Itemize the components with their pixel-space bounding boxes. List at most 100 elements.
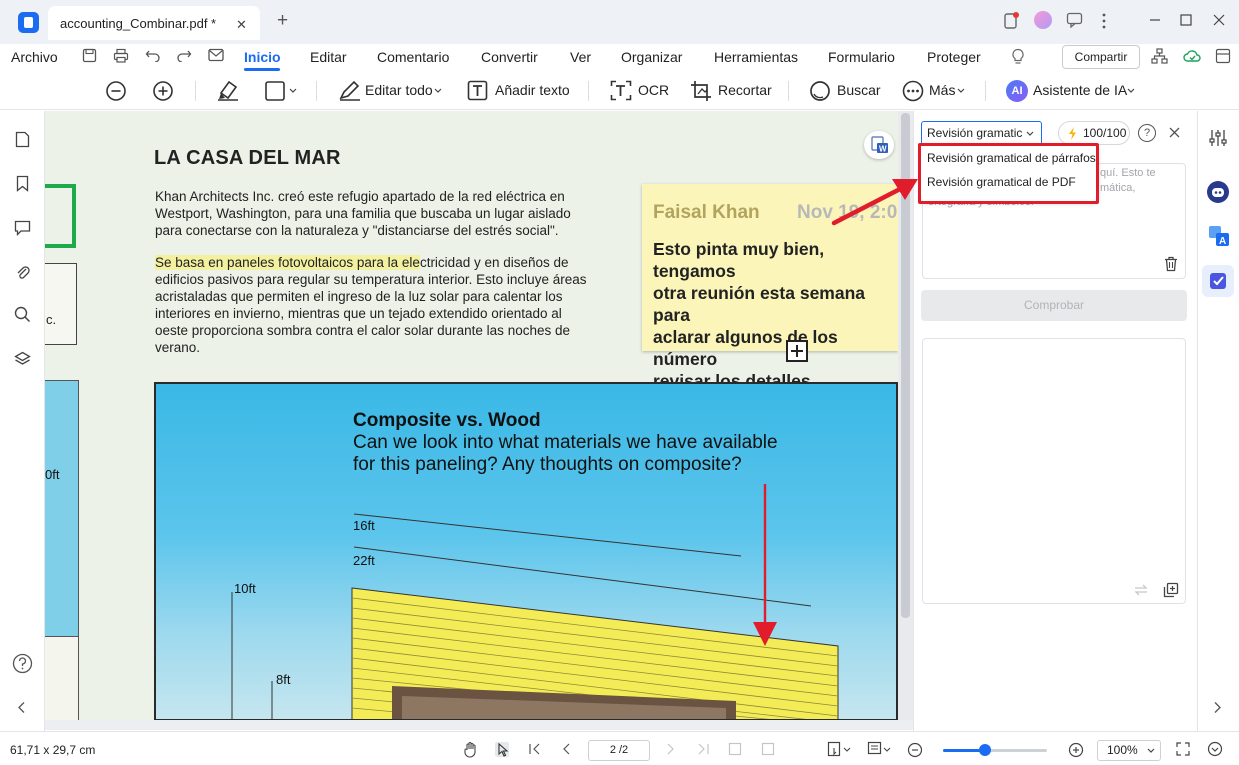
layout-mode-icon[interactable]	[867, 741, 893, 757]
chevron-down-icon[interactable]	[1147, 748, 1155, 754]
workflow-icon[interactable]	[1151, 48, 1168, 64]
help-question-icon[interactable]: ?	[1138, 124, 1156, 142]
more-options-icon[interactable]	[1101, 13, 1107, 29]
redo-icon[interactable]	[176, 48, 192, 62]
copy-add-icon[interactable]	[1163, 582, 1179, 598]
replace-icon[interactable]	[1133, 583, 1149, 597]
cloud-sync-icon[interactable]	[1183, 48, 1201, 64]
new-tab-button[interactable]: +	[277, 10, 288, 32]
next-page-icon[interactable]	[666, 743, 676, 755]
rotate-page-icon[interactable]	[728, 742, 742, 756]
last-page-icon[interactable]	[696, 743, 710, 755]
trash-icon[interactable]	[1163, 256, 1179, 272]
ribbon-toolbar: Editar todo Añadir texto OCR Recortar Bu…	[0, 72, 1239, 110]
search-button[interactable]: Buscar	[837, 82, 881, 98]
first-page-icon[interactable]	[528, 743, 542, 755]
fullscreen-icon[interactable]	[1176, 742, 1190, 756]
document-viewport[interactable]: c. 0ft LA CASA DEL MAR Khan Architects I…	[45, 111, 913, 721]
chevron-down-icon[interactable]	[289, 88, 297, 94]
zoom-out-status-icon[interactable]	[907, 742, 923, 758]
fit-page-icon[interactable]	[761, 742, 775, 756]
zoom-in-icon[interactable]	[152, 80, 174, 102]
menu-inicio[interactable]: Inicio	[244, 49, 281, 65]
select-tool-icon[interactable]	[494, 741, 510, 758]
crop-icon[interactable]	[690, 80, 712, 102]
lightbulb-icon[interactable]	[1011, 48, 1025, 65]
menu-comentario[interactable]: Comentario	[377, 49, 449, 65]
ai-assistant-button[interactable]: Asistente de IA	[1033, 82, 1127, 98]
search-sidebar-icon[interactable]	[14, 306, 31, 323]
menu-editar[interactable]: Editar	[310, 49, 347, 65]
crop-button[interactable]: Recortar	[718, 82, 772, 98]
settings-sliders-icon[interactable]	[1209, 129, 1227, 147]
menu-convertir[interactable]: Convertir	[481, 49, 538, 65]
ai-assistant-icon[interactable]: AI	[1006, 80, 1028, 102]
expand-note-icon[interactable]	[786, 340, 808, 362]
tab-close-icon[interactable]: ✕	[236, 17, 247, 33]
menu-herramientas[interactable]: Herramientas	[714, 49, 798, 65]
zoom-out-icon[interactable]	[105, 80, 127, 102]
print-icon[interactable]	[113, 48, 129, 63]
help-icon[interactable]	[12, 653, 33, 674]
expand-right-icon[interactable]	[1213, 701, 1222, 714]
share-button[interactable]: Compartir	[1062, 45, 1140, 69]
more-button[interactable]: Más	[929, 82, 955, 98]
paragraph-line: para conectarse con la naturaleza y "dis…	[155, 223, 559, 238]
bookmark-icon[interactable]	[16, 175, 29, 192]
zoom-in-status-icon[interactable]	[1068, 742, 1084, 758]
ocr-icon[interactable]	[610, 80, 632, 101]
menu-formulario[interactable]: Formulario	[828, 49, 895, 65]
translate-icon[interactable]: A	[1208, 225, 1230, 247]
page-view-mode-icon[interactable]	[827, 741, 853, 757]
notification-icon[interactable]	[1003, 12, 1019, 30]
close-window-icon[interactable]	[1213, 14, 1225, 26]
horizontal-scrollbar[interactable]	[45, 720, 913, 730]
add-text-icon[interactable]	[467, 80, 488, 101]
collapse-left-icon[interactable]	[17, 701, 26, 714]
ai-robot-icon[interactable]	[1207, 181, 1229, 203]
minimize-icon[interactable]	[1149, 14, 1161, 26]
grammar-mode-select[interactable]: Revisión gramatic	[921, 121, 1042, 145]
ocr-button[interactable]: OCR	[638, 82, 669, 98]
pages-icon[interactable]	[15, 131, 30, 148]
chevron-down-icon[interactable]	[1026, 131, 1034, 137]
attachment-icon[interactable]	[15, 263, 30, 280]
highlighter-icon[interactable]	[216, 79, 240, 101]
shape-rectangle-icon[interactable]	[264, 80, 286, 102]
page-number-input[interactable]: 2 /2	[588, 740, 650, 761]
user-avatar[interactable]	[1034, 11, 1052, 29]
email-icon[interactable]	[208, 48, 224, 62]
menu-organizar[interactable]: Organizar	[621, 49, 682, 65]
highlighted-text[interactable]: Se basa en paneles fotovoltaicos para la…	[155, 255, 420, 270]
red-highlight-annotation	[918, 143, 1099, 204]
chevron-down-icon[interactable]	[1127, 88, 1135, 94]
layers-icon[interactable]	[14, 351, 31, 366]
more-tools-icon[interactable]	[902, 80, 924, 102]
add-text-button[interactable]: Añadir texto	[495, 82, 570, 98]
drawing-geometry	[231, 484, 839, 719]
panel-toggle-icon[interactable]	[1215, 48, 1231, 64]
comment-icon[interactable]	[14, 220, 31, 236]
menu-proteger[interactable]: Proteger	[927, 49, 981, 65]
close-panel-icon[interactable]	[1169, 127, 1180, 138]
zoom-slider-thumb[interactable]	[978, 744, 991, 756]
save-icon[interactable]	[82, 48, 97, 63]
previous-page-icon[interactable]	[561, 743, 571, 755]
search-icon[interactable]	[809, 80, 831, 102]
status-expand-icon[interactable]	[1207, 741, 1223, 757]
chevron-down-icon[interactable]	[957, 88, 965, 94]
undo-icon[interactable]	[145, 48, 161, 62]
maximize-icon[interactable]	[1180, 14, 1192, 26]
edit-all-icon[interactable]	[338, 79, 362, 101]
convert-to-word-icon[interactable]: W	[864, 131, 894, 159]
hand-tool-icon[interactable]	[463, 741, 479, 758]
grammar-check-tool[interactable]	[1202, 265, 1234, 297]
menu-ver[interactable]: Ver	[570, 49, 591, 65]
document-tab[interactable]: accounting_Combinar.pdf * ✕	[48, 6, 260, 40]
check-grammar-button[interactable]: Comprobar	[921, 290, 1187, 321]
menu-file[interactable]: Archivo	[11, 49, 58, 65]
grammar-result-area	[922, 338, 1186, 604]
edit-all-button[interactable]: Editar todo	[365, 82, 433, 98]
feedback-icon[interactable]	[1066, 12, 1083, 28]
chevron-down-icon[interactable]	[434, 88, 442, 94]
